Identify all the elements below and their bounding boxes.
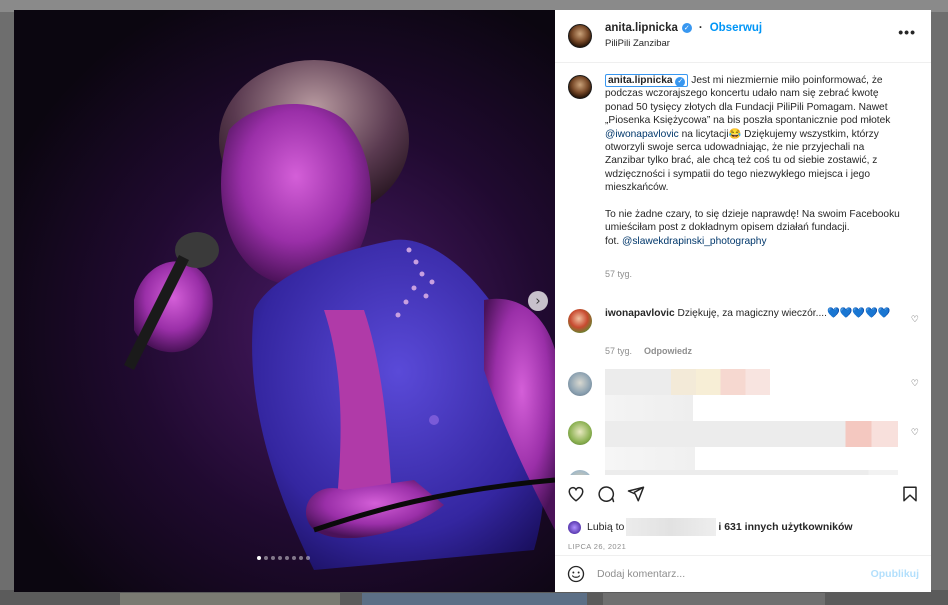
comment-text: Dziękuję, za magiczny wieczór....💙💙💙💙💙	[674, 308, 891, 319]
comment-input[interactable]	[597, 565, 857, 583]
likes-count[interactable]: i 631 innych użytkowników	[718, 521, 852, 533]
publish-button[interactable]: Opublikuj	[871, 568, 919, 580]
post-location[interactable]: PiliPili Zanzibar	[605, 38, 670, 49]
carousel-dot[interactable]	[306, 556, 310, 560]
commenter-avatar[interactable]	[568, 421, 592, 445]
carousel-dot[interactable]	[285, 556, 289, 560]
carousel-dot[interactable]	[292, 556, 296, 560]
backdrop-feed-bottom	[0, 590, 948, 605]
comment-icon[interactable]	[597, 485, 615, 503]
author-avatar[interactable]	[568, 24, 592, 48]
more-options-icon[interactable]: •••	[898, 24, 916, 40]
post-photo[interactable]: ›	[14, 10, 555, 592]
bookmark-icon[interactable]	[901, 485, 919, 503]
caption-text-3: To nie żadne czary, to się dzieje napraw…	[605, 209, 900, 234]
header-user-line: anita.lipnicka ✓ · Obserwuj	[605, 22, 762, 34]
carousel-dot[interactable]	[257, 556, 261, 560]
carousel-indicator	[257, 556, 310, 560]
comment-like-heart-icon[interactable]: ♡	[911, 315, 919, 325]
follow-button[interactable]: Obserwuj	[710, 22, 762, 34]
post-sidebar: anita.lipnicka ✓ · Obserwuj PiliPili Zan…	[555, 10, 931, 592]
caption-username-text: anita.lipnicka	[608, 75, 673, 86]
comment-like-heart-icon[interactable]: ♡	[911, 428, 919, 438]
comment-meta: 57 tyg. Odpowiedz	[605, 346, 692, 356]
commenter-avatar[interactable]	[568, 372, 592, 396]
add-comment-bar: Opublikuj	[555, 555, 931, 592]
comment-like-heart-icon[interactable]: ♡	[911, 379, 919, 389]
comment-body: iwonapavlovic Dziękuję, za magiczny wiec…	[605, 307, 895, 320]
vest-button	[429, 415, 439, 425]
dot-separator: ·	[698, 22, 703, 34]
backdrop-tile	[120, 593, 340, 605]
blurred-comment	[605, 395, 693, 421]
mention-link[interactable]: @iwonapavlovic	[605, 129, 679, 140]
emoji-icon[interactable]	[567, 565, 585, 583]
caption-username[interactable]: anita.lipnicka ✓	[605, 74, 689, 87]
comment-timestamp[interactable]: 57 tyg.	[605, 346, 632, 356]
liker-avatar[interactable]	[568, 520, 581, 534]
commenter-username[interactable]: iwonapavlovic	[605, 308, 675, 319]
caption-timestamp[interactable]: 57 tyg.	[605, 269, 632, 279]
carousel-dot[interactable]	[271, 556, 275, 560]
verified-badge-icon: ✓	[675, 76, 686, 87]
comment-row-blurred: ♡	[555, 461, 931, 475]
blurred-comment	[605, 470, 898, 475]
verified-badge-icon: ✓	[681, 23, 692, 33]
likes-prefix: Lubią to	[587, 521, 625, 533]
share-icon[interactable]	[627, 485, 645, 503]
comments-section[interactable]: anita.lipnicka ✓ Jest mi niezmiernie mił…	[555, 64, 931, 475]
author-username[interactable]: anita.lipnicka	[605, 22, 678, 34]
post-date[interactable]: LIPCA 26, 2021	[568, 542, 626, 551]
blurred-comment	[605, 421, 898, 447]
comment-row-blurred: ♡	[555, 421, 931, 473]
comment-row-blurred: ♡	[555, 369, 931, 421]
commenter-avatar[interactable]	[568, 470, 592, 475]
action-bar	[555, 485, 931, 509]
heart-icon[interactable]	[567, 485, 585, 503]
caption-avatar[interactable]	[568, 75, 592, 99]
blurred-liker-name	[626, 518, 717, 536]
next-arrow-icon[interactable]: ›	[528, 291, 548, 311]
backdrop-tile	[603, 593, 825, 605]
commenter-avatar[interactable]	[568, 309, 592, 333]
carousel-dot[interactable]	[278, 556, 282, 560]
post-header: anita.lipnicka ✓ · Obserwuj PiliPili Zan…	[555, 10, 931, 63]
carousel-dot[interactable]	[264, 556, 268, 560]
caption-text-4: fot.	[605, 235, 622, 247]
reply-button[interactable]: Odpowiedz	[644, 346, 692, 356]
photographer-mention-link[interactable]: @slawekdrapinski_photography	[622, 236, 767, 247]
post-caption: anita.lipnicka ✓ Jest mi niezmiernie mił…	[605, 74, 905, 248]
post-modal: › anita.lipnicka ✓ · Obserwuj PiliPili Z…	[14, 10, 931, 592]
backdrop-tile	[362, 593, 587, 605]
likes-line: Lubią to i 631 innych użytkowników	[568, 518, 853, 536]
concert-photo-illustration	[124, 60, 555, 571]
carousel-dot[interactable]	[299, 556, 303, 560]
blurred-comment	[605, 369, 770, 395]
